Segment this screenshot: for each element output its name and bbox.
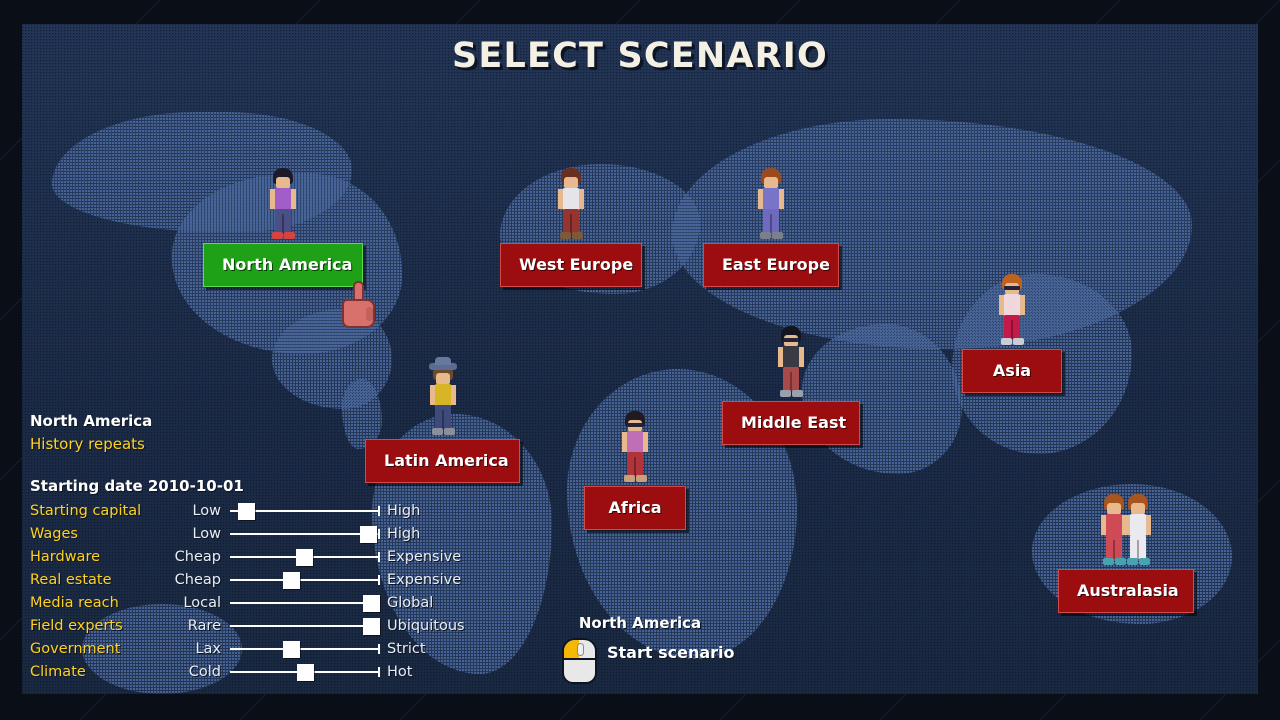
- region-button-australasia[interactable]: Australasia: [1058, 569, 1194, 613]
- slider-max-label: Global: [387, 594, 434, 611]
- region-marker-east-europe: East Europe: [703, 168, 839, 287]
- region-marker-middle-east: Middle East: [722, 326, 860, 445]
- slider-handle[interactable]: [359, 526, 377, 543]
- slider-label: Hardware: [30, 548, 101, 565]
- slider-handle[interactable]: [282, 572, 300, 589]
- slider-label: Field experts: [30, 617, 123, 634]
- mouse-divider: [564, 658, 595, 660]
- slider-min-label: Local: [183, 594, 221, 611]
- slider-row: Government Lax Strict: [30, 637, 490, 660]
- slider-min-label: Rare: [187, 617, 221, 634]
- slider-handle[interactable]: [362, 595, 380, 612]
- scenario-sliders: Starting capital Low High Wages Low High Hardw…: [30, 499, 490, 683]
- info-region-name: North America: [30, 412, 153, 430]
- region-button-label: Africa: [608, 498, 662, 517]
- slider-label: Government: [30, 640, 121, 657]
- region-button-east-europe[interactable]: East Europe: [703, 243, 839, 287]
- region-marker-africa: Africa: [584, 411, 686, 530]
- slider-max-label: High: [387, 525, 421, 542]
- region-marker-west-europe: West Europe: [500, 168, 642, 287]
- slider-handle[interactable]: [238, 503, 256, 520]
- slider-min-label: Low: [192, 502, 221, 519]
- slider-track[interactable]: [228, 637, 380, 660]
- start-prompt-region-name: North America: [578, 614, 702, 632]
- region-button-middle-east[interactable]: Middle East: [722, 401, 860, 445]
- slider-max-label: Hot: [387, 663, 413, 680]
- mouse-wheel-icon: [577, 643, 584, 656]
- region-button-label: Asia: [992, 361, 1032, 380]
- slider-row: Climate Cold Hot: [30, 660, 490, 683]
- region-button-west-europe[interactable]: West Europe: [500, 243, 642, 287]
- slider-label: Media reach: [30, 594, 119, 611]
- page-title: SELECT SCENARIO: [452, 36, 828, 76]
- slider-track[interactable]: [228, 660, 380, 683]
- region-button-label: Australasia: [1077, 581, 1179, 600]
- slider-track[interactable]: [228, 614, 380, 637]
- region-button-label: West Europe: [519, 255, 634, 274]
- slider-max-label: Strict: [387, 640, 426, 657]
- slider-max-label: High: [387, 502, 421, 519]
- slider-row: Wages Low High: [30, 522, 490, 545]
- game-screen: SELECT SCENARIO North America West Europe…: [0, 0, 1280, 720]
- region-button-label: Middle East: [741, 413, 847, 432]
- slider-min-label: Cold: [188, 663, 221, 680]
- slider-handle[interactable]: [282, 641, 300, 658]
- slider-track[interactable]: [228, 545, 380, 568]
- slider-min-label: Low: [192, 525, 221, 542]
- slider-max-label: Expensive: [387, 548, 462, 565]
- slider-max-label: Expensive: [387, 571, 462, 588]
- region-button-asia[interactable]: Asia: [962, 349, 1062, 393]
- slider-handle[interactable]: [296, 549, 313, 566]
- landmass: [802, 324, 962, 474]
- start-scenario-prompt[interactable]: North America Start scenario: [562, 614, 735, 684]
- scenario-info-panel: North America History repeats Starting d…: [30, 412, 490, 683]
- starting-date-label: Starting date 2010-10-01: [30, 477, 244, 495]
- slider-min-label: Cheap: [174, 548, 221, 565]
- slider-label: Wages: [30, 525, 78, 542]
- left-mouse-button-icon: [562, 638, 597, 684]
- slider-track[interactable]: [228, 568, 380, 591]
- slider-track[interactable]: [228, 499, 380, 522]
- slider-handle[interactable]: [297, 664, 315, 681]
- region-button-label: North America: [222, 255, 353, 274]
- slider-row: Hardware Cheap Expensive: [30, 545, 490, 568]
- slider-row: Real estate Cheap Expensive: [30, 568, 490, 591]
- start-scenario-label[interactable]: Start scenario: [607, 643, 735, 662]
- region-marker-asia: Asia: [962, 274, 1062, 393]
- slider-handle[interactable]: [362, 618, 380, 635]
- slider-min-label: Lax: [195, 640, 221, 657]
- slider-max-label: Ubiquitous: [387, 617, 465, 634]
- slider-min-label: Cheap: [174, 571, 221, 588]
- slider-label: Real estate: [30, 571, 112, 588]
- region-marker-australasia: Australasia: [1058, 494, 1194, 613]
- slider-row: Media reach Local Global: [30, 591, 490, 614]
- region-button-north-america[interactable]: North America: [203, 243, 363, 287]
- slider-row: Starting capital Low High: [30, 499, 490, 522]
- slider-row: Field experts Rare Ubiquitous: [30, 614, 490, 637]
- info-tagline: History repeats: [30, 435, 145, 453]
- region-button-label: East Europe: [722, 255, 830, 274]
- slider-label: Climate: [30, 663, 86, 680]
- slider-track[interactable]: [228, 522, 380, 545]
- region-button-africa[interactable]: Africa: [584, 486, 686, 530]
- region-marker-north-america: North America: [203, 168, 363, 287]
- slider-track[interactable]: [228, 591, 380, 614]
- slider-label: Starting capital: [30, 502, 142, 519]
